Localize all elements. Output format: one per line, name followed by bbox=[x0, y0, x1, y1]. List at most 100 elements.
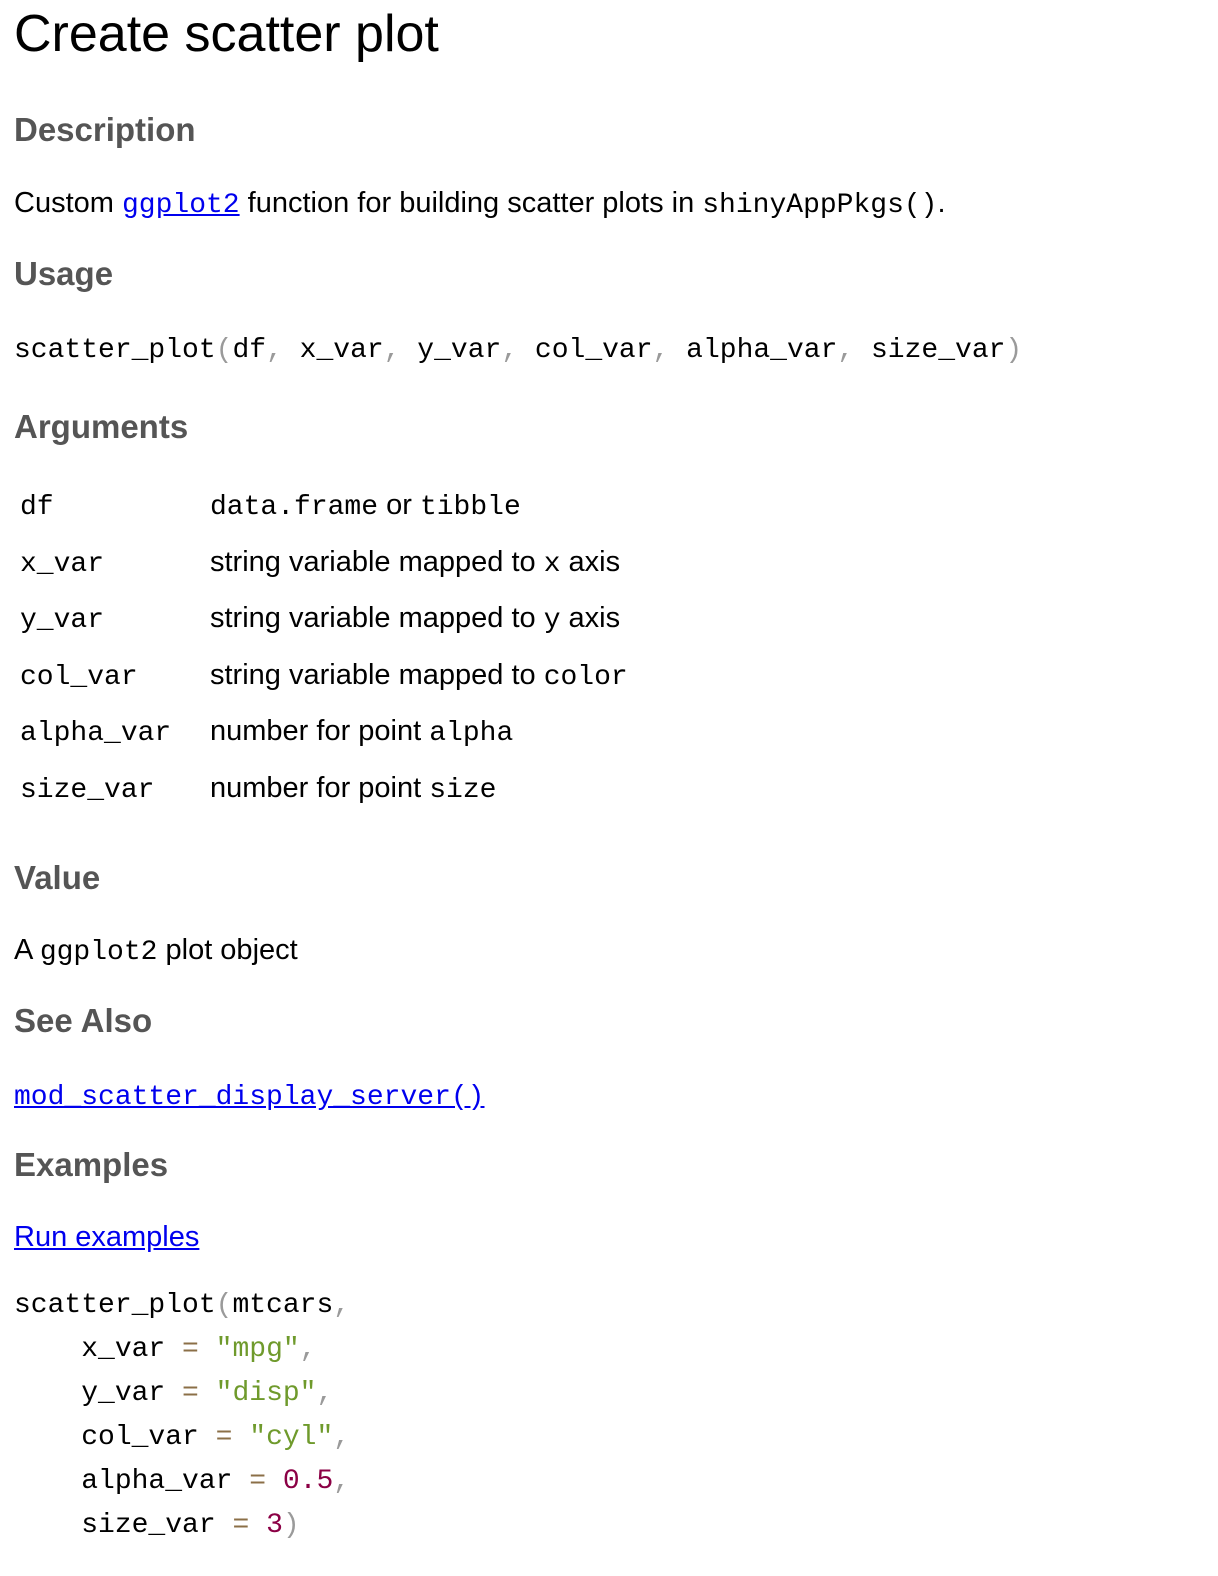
example-punctuation: , bbox=[316, 1378, 334, 1409]
usage-comma: , bbox=[837, 335, 871, 366]
usage-comma: , bbox=[652, 335, 687, 366]
value-code: ggplot2 bbox=[39, 937, 158, 968]
example-function-name: scatter_plot bbox=[14, 1290, 216, 1321]
example-dataset: mtcars bbox=[232, 1290, 334, 1321]
description-middle: function for building scatter plots in bbox=[239, 187, 703, 219]
argument-description-cell: string variable mapped to color bbox=[204, 648, 634, 705]
argument-name: size_var bbox=[20, 774, 155, 806]
value-suffix: plot object bbox=[157, 934, 298, 966]
argument-text: axis bbox=[560, 602, 621, 635]
argument-name-cell: size_var bbox=[14, 761, 204, 818]
example-code-line: col_var = "cyl", bbox=[14, 1421, 350, 1455]
argument-name-cell: alpha_var bbox=[14, 704, 204, 761]
example-indent bbox=[14, 1378, 81, 1409]
example-code-line: alpha_var = 0.5, bbox=[14, 1465, 350, 1499]
example-arg-name: alpha_var bbox=[81, 1466, 233, 1497]
example-assign-operator: = bbox=[215, 1510, 267, 1541]
see-also-text: mod_scatter_display_server() bbox=[14, 1078, 484, 1115]
argument-code: size bbox=[429, 774, 497, 806]
example-indent bbox=[14, 1334, 81, 1365]
usage-paren-open: ( bbox=[215, 335, 233, 366]
argument-code: y bbox=[543, 605, 561, 637]
usage-code: scatter_plot(df, x_var, y_var, col_var, … bbox=[14, 334, 1022, 368]
example-indent bbox=[14, 1466, 81, 1497]
argument-row: x_var string variable mapped to x axis bbox=[14, 535, 634, 592]
argument-text: or bbox=[378, 489, 420, 522]
example-arg-name: size_var bbox=[81, 1510, 216, 1541]
argument-name: x_var bbox=[20, 548, 105, 580]
argument-name: col_var bbox=[20, 661, 138, 693]
argument-name: df bbox=[20, 492, 54, 524]
argument-row: y_var string variable mapped to y axis bbox=[14, 591, 634, 648]
mod-scatter-display-server-link[interactable]: mod_scatter_display_server() bbox=[14, 1082, 484, 1113]
usage-function-name: scatter_plot bbox=[14, 335, 216, 366]
argument-name-cell: col_var bbox=[14, 648, 204, 705]
argument-text: number for point bbox=[210, 715, 430, 748]
argument-name-cell: df bbox=[14, 478, 204, 535]
example-arg-value: 0.5 bbox=[282, 1466, 334, 1497]
argument-description-cell: number for point alpha bbox=[204, 704, 634, 761]
description-suffix: . bbox=[937, 187, 946, 219]
usage-param: alpha_var bbox=[686, 335, 838, 366]
example-assign-operator: = bbox=[232, 1466, 283, 1497]
example-code-line: y_var = "disp", bbox=[14, 1377, 333, 1411]
argument-description-cell: string variable mapped to x axis bbox=[204, 535, 634, 592]
example-punctuation: , bbox=[333, 1466, 351, 1497]
argument-code: alpha bbox=[429, 718, 514, 750]
usage-param: size_var bbox=[871, 335, 1006, 366]
argument-text: string variable mapped to bbox=[210, 545, 544, 578]
argument-row: size_var number for point size bbox=[14, 761, 634, 818]
example-arg-name: col_var bbox=[81, 1422, 199, 1453]
example-assign-operator: = bbox=[198, 1422, 250, 1453]
arguments-table: df data.frame or tibble x_var string variab… bbox=[14, 478, 634, 817]
value-text: A ggplot2 plot object bbox=[14, 933, 298, 970]
example-punctuation: , bbox=[333, 1422, 351, 1453]
argument-row: col_var string variable mapped to color bbox=[14, 648, 634, 705]
example-assign-operator: = bbox=[165, 1334, 216, 1365]
argument-name: y_var bbox=[20, 605, 105, 637]
usage-heading: Usage bbox=[14, 255, 114, 292]
value-prefix: A bbox=[14, 934, 40, 966]
usage-paren-close: ) bbox=[1005, 335, 1023, 366]
usage-comma: , bbox=[266, 335, 300, 366]
usage-param: col_var bbox=[534, 335, 653, 366]
examples-heading: Examples bbox=[14, 1146, 169, 1183]
example-punctuation: ) bbox=[282, 1510, 300, 1541]
argument-code: color bbox=[543, 661, 628, 693]
example-arg-name: y_var bbox=[81, 1378, 166, 1409]
argument-code: x bbox=[543, 548, 561, 580]
usage-param: df bbox=[232, 335, 267, 366]
argument-description-cell: data.frame or tibble bbox=[204, 478, 634, 535]
argument-name-cell: x_var bbox=[14, 535, 204, 592]
run-examples-link[interactable]: Run examples bbox=[14, 1221, 199, 1253]
argument-name: alpha_var bbox=[20, 718, 172, 750]
argument-code: data.frame bbox=[210, 492, 379, 524]
example-comma: , bbox=[333, 1290, 351, 1321]
argument-text: string variable mapped to bbox=[210, 602, 544, 635]
example-arg-value: 3 bbox=[266, 1510, 283, 1541]
example-code-line: x_var = "mpg", bbox=[14, 1333, 316, 1367]
ggplot2-link[interactable]: ggplot2 bbox=[122, 190, 240, 221]
example-arg-value: "disp" bbox=[215, 1378, 317, 1409]
description-prefix: Custom bbox=[14, 187, 122, 219]
example-code-line: size_var = 3) bbox=[14, 1509, 300, 1543]
argument-description-cell: string variable mapped to y axis bbox=[204, 591, 634, 648]
argument-description-cell: number for point size bbox=[204, 761, 634, 818]
argument-row: df data.frame or tibble bbox=[14, 478, 634, 535]
run-examples-row: Run examples bbox=[14, 1220, 199, 1255]
value-heading: Value bbox=[14, 859, 101, 896]
example-arg-value: "cyl" bbox=[249, 1422, 334, 1453]
page-title: Create scatter plot bbox=[14, 5, 439, 63]
example-assign-operator: = bbox=[165, 1378, 216, 1409]
argument-code: tibble bbox=[419, 492, 521, 524]
argument-row: alpha_var number for point alpha bbox=[14, 704, 634, 761]
argument-text: axis bbox=[560, 545, 621, 578]
example-punctuation: , bbox=[299, 1334, 317, 1365]
example-indent bbox=[14, 1510, 81, 1541]
argument-text: number for point bbox=[210, 771, 430, 804]
example-code-line: scatter_plot(mtcars, bbox=[14, 1289, 350, 1323]
see-also-heading: See Also bbox=[14, 1002, 153, 1039]
example-indent bbox=[14, 1422, 81, 1453]
example-arg-name: x_var bbox=[81, 1334, 166, 1365]
description-text: Custom ggplot2 function for building sca… bbox=[14, 186, 946, 223]
